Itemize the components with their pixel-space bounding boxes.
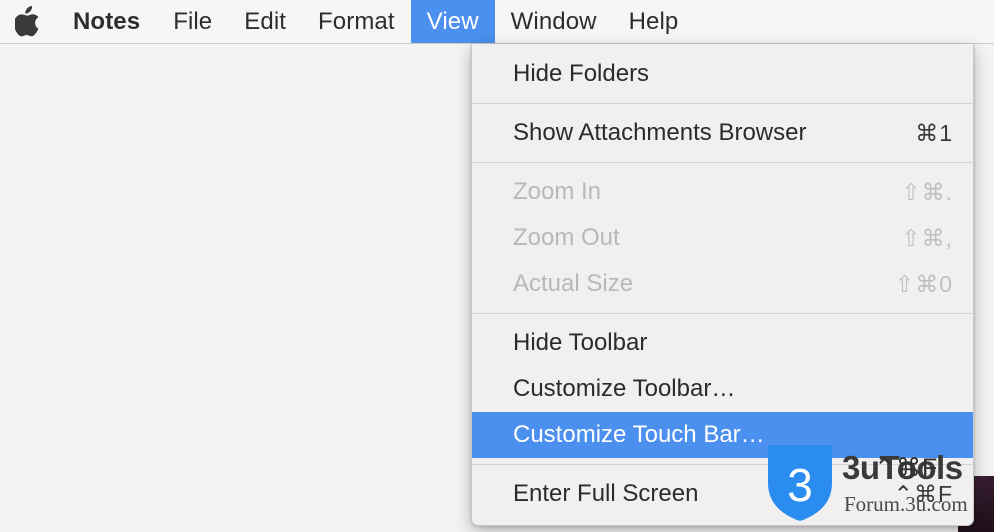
menubar-item-format[interactable]: Format: [302, 0, 411, 43]
menu-separator: [472, 103, 973, 104]
menu-item-zoom-in: Zoom In ⇧⌘.: [472, 169, 973, 215]
menu-item-shortcut: ⇧⌘0: [894, 270, 953, 297]
menu-item-label: Customize Toolbar…: [513, 375, 736, 402]
menu-item-customize-touch-bar[interactable]: Customize Touch Bar…: [472, 412, 973, 458]
menu-item-hide-folders[interactable]: Hide Folders: [472, 51, 973, 97]
screen-root: Notes File Edit Format View Window Help …: [0, 0, 994, 532]
menu-item-shortcut: ⇧⌘,: [901, 224, 953, 251]
menu-item-label: Hide Folders: [513, 60, 650, 87]
menu-item-show-attachments-browser[interactable]: Show Attachments Browser ⌘1: [472, 110, 973, 156]
apple-logo-icon: [15, 6, 41, 37]
menu-separator: [472, 162, 973, 163]
menu-item-label: Hide Toolbar: [513, 329, 648, 356]
menubar-item-label: Edit: [244, 7, 287, 35]
menu-item-actual-size: Actual Size ⇧⌘0: [472, 261, 973, 307]
menu-item-enter-full-screen[interactable]: Enter Full Screen ⌃⌘F: [472, 471, 973, 517]
menubar-item-label: Help: [628, 7, 679, 35]
menubar-item-label: Format: [318, 7, 395, 35]
menu-item-label: Zoom Out: [513, 224, 620, 251]
menubar-item-help[interactable]: Help: [613, 0, 695, 43]
menubar-item-view[interactable]: View: [410, 0, 495, 43]
menu-item-customize-toolbar[interactable]: Customize Toolbar…: [472, 366, 973, 412]
menubar: Notes File Edit Format View Window Help: [0, 0, 994, 44]
menu-separator: [472, 313, 973, 314]
menu-item-label: Actual Size: [513, 270, 634, 297]
menu-item-label: Zoom In: [513, 178, 602, 205]
menu-item-label: Enter Full Screen: [513, 480, 699, 507]
menubar-item-notes[interactable]: Notes: [56, 0, 157, 43]
menu-separator: [472, 464, 973, 465]
menu-item-hide-toolbar[interactable]: Hide Toolbar: [472, 320, 973, 366]
menu-item-shortcut: ⌃⌘F: [893, 480, 953, 507]
menu-item-zoom-out: Zoom Out ⇧⌘,: [472, 215, 973, 261]
menu-item-label: Customize Touch Bar…: [513, 421, 765, 448]
menu-item-label: Show Attachments Browser: [513, 119, 807, 146]
menu-item-shortcut: ⌘1: [915, 119, 953, 146]
apple-menu-button[interactable]: [0, 0, 56, 43]
menubar-item-label: File: [173, 7, 213, 35]
view-menu-dropdown: Hide Folders Show Attachments Browser ⌘1…: [471, 44, 974, 526]
menubar-item-label: Window: [510, 7, 597, 35]
menubar-item-edit[interactable]: Edit: [228, 0, 302, 43]
menubar-item-label: Notes: [73, 7, 141, 35]
menubar-item-window[interactable]: Window: [495, 0, 613, 43]
menubar-item-label: View: [426, 7, 479, 35]
menu-item-shortcut: ⇧⌘.: [901, 178, 953, 205]
menubar-item-file[interactable]: File: [157, 0, 228, 43]
